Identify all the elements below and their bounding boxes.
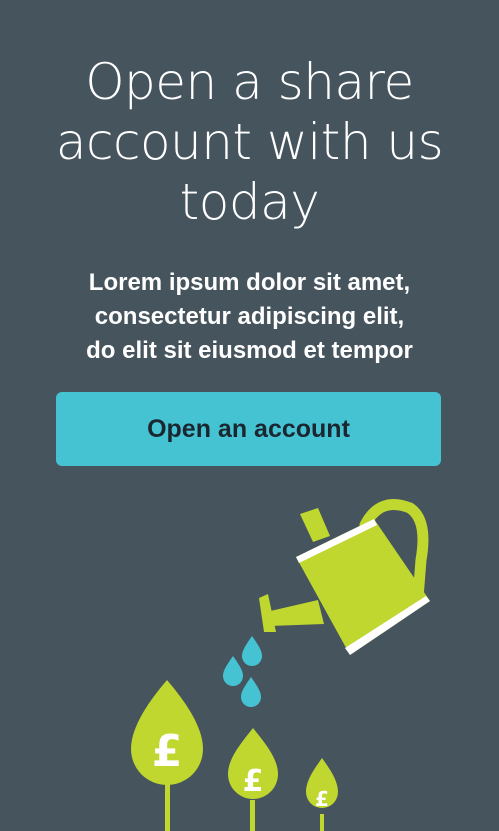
subtitle-line-2: consectetur adipiscing elit, xyxy=(94,303,405,330)
title-line-2: account with us xyxy=(55,113,444,171)
subtitle-line-1: Lorem ipsum dolor sit amet, xyxy=(88,269,411,296)
watering-can-icon xyxy=(259,499,430,655)
title-line-1: Open a share xyxy=(85,53,414,111)
svg-text:£: £ xyxy=(152,726,183,777)
pound-tree-icon: £ £ £ xyxy=(131,680,338,831)
svg-text:£: £ xyxy=(243,764,264,799)
open-account-button[interactable]: Open an account xyxy=(56,392,441,466)
water-drop-icon xyxy=(223,636,262,707)
page-title: Open a share account with us today xyxy=(20,52,479,232)
title-line-3: today xyxy=(179,173,320,231)
page-subtitle: Lorem ipsum dolor sit amet, consectetur … xyxy=(20,266,479,368)
watering-plants-illustration: £ £ £ xyxy=(131,499,430,831)
promo-page: Open a share account with us today Lorem… xyxy=(0,0,499,831)
svg-text:£: £ xyxy=(315,787,329,811)
subtitle-line-3: do elit sit eiusmod et tempor xyxy=(86,337,413,364)
